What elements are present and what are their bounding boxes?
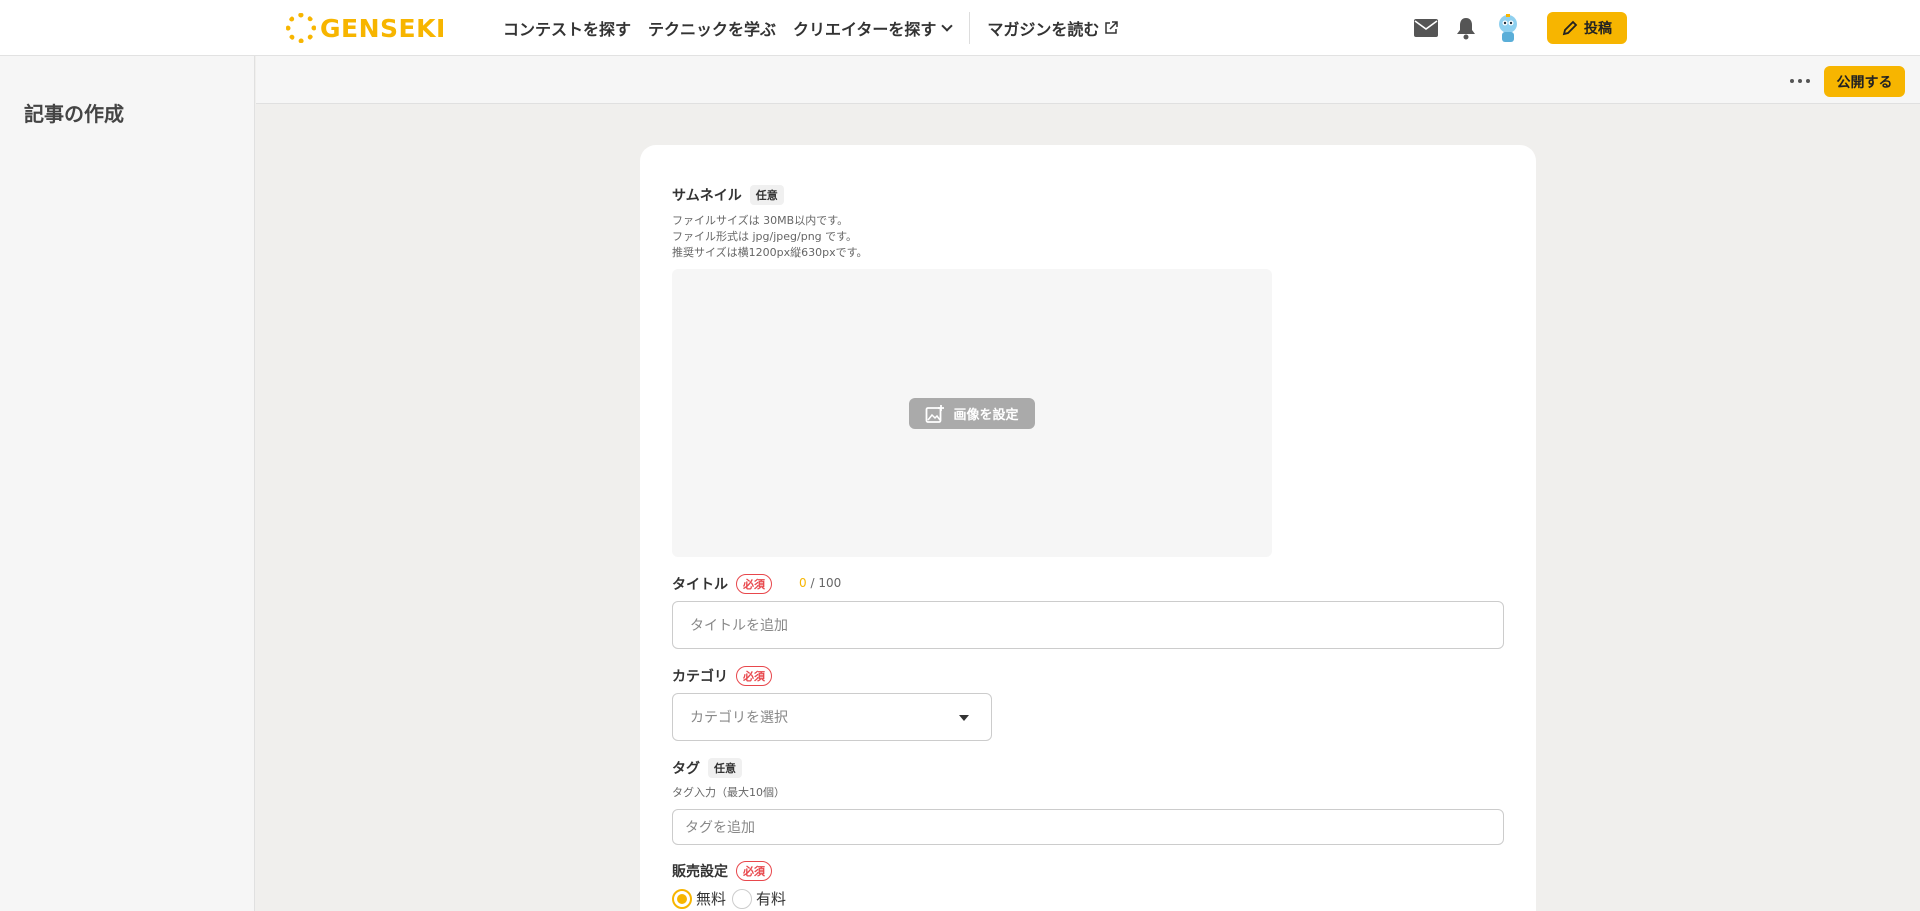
- radio-paid-label[interactable]: 有料: [756, 888, 786, 909]
- post-button[interactable]: 投稿: [1547, 12, 1627, 44]
- sales-label-text: 販売設定: [672, 864, 728, 880]
- optional-badge: 任意: [708, 758, 742, 778]
- radio-paid[interactable]: [732, 888, 753, 909]
- tags-label-text: タグ: [672, 761, 700, 777]
- radio-free[interactable]: [672, 888, 692, 909]
- nav-divider: [969, 12, 971, 44]
- title-label-text: タイトル: [672, 577, 728, 593]
- dot: [1806, 79, 1810, 83]
- add-image-icon: [926, 404, 945, 423]
- sales-label: 販売設定 必須: [672, 861, 772, 881]
- main-nav: コンテストを探す テクニックを学ぶ クリエイターを探す マガジンを読む: [503, 0, 1135, 56]
- pencil-icon: [1562, 20, 1578, 36]
- publish-button[interactable]: 公開する: [1824, 66, 1905, 97]
- tags-placeholder: タグを追加: [685, 820, 755, 836]
- external-link-icon: [1105, 21, 1119, 34]
- nav-creators[interactable]: クリエイターを探す: [793, 16, 954, 40]
- title-input[interactable]: タイトルを追加: [672, 601, 1504, 649]
- category-placeholder: カテゴリを選択: [690, 710, 788, 726]
- required-badge: 必須: [736, 666, 772, 686]
- nav-magazine-label: マガジンを読む: [987, 20, 1100, 39]
- thumbnail-label: サムネイル 任意: [672, 185, 784, 205]
- set-image-label: 画像を設定: [953, 408, 1019, 423]
- thumbnail-dropzone[interactable]: 画像を設定: [672, 269, 1272, 557]
- radio-free-label[interactable]: 無料: [696, 888, 726, 909]
- title-placeholder: タイトルを追加: [690, 618, 788, 634]
- title-label: タイトル 必須: [672, 574, 772, 594]
- dot: [1790, 79, 1794, 83]
- thumbnail-help: ファイルサイズは 30MB以内です。 ファイル形式は jpg/jpeg/png …: [672, 213, 868, 261]
- category-label-text: カテゴリ: [672, 669, 728, 685]
- nav-contests-label: コンテストを探す: [503, 20, 632, 39]
- radio-dot: [677, 893, 687, 904]
- article-form-card: サムネイル 任意 ファイルサイズは 30MB以内です。 ファイル形式は jpg/…: [640, 145, 1536, 911]
- post-button-label: 投稿: [1584, 21, 1612, 37]
- header-actions: 投稿: [1413, 0, 1627, 56]
- bell-icon[interactable]: [1453, 15, 1479, 41]
- left-panel: 記事の作成: [0, 56, 255, 911]
- tags-help: タグ入力（最大10個）: [672, 786, 785, 799]
- char-count: 0: [799, 576, 807, 590]
- nav-contests[interactable]: コンテストを探す: [503, 16, 631, 40]
- tags-label: タグ 任意: [672, 758, 742, 778]
- genseki-logo[interactable]: GENSEKI: [286, 12, 446, 44]
- nav-techniques-label: テクニックを学ぶ: [648, 20, 777, 39]
- top-header: GENSEKI コンテストを探す テクニックを学ぶ クリエイターを探す マガジン…: [0, 0, 1920, 56]
- help-line: ファイル形式は jpg/jpeg/png です。: [672, 230, 858, 243]
- help-line: ファイルサイズは 30MB以内です。: [672, 214, 849, 227]
- required-badge: 必須: [736, 861, 772, 881]
- logo-mark-icon: [286, 13, 316, 43]
- category-select[interactable]: カテゴリを選択: [672, 693, 992, 741]
- chevron-down-icon: [941, 20, 954, 32]
- caret-down-icon: [959, 715, 969, 721]
- nav-techniques[interactable]: テクニックを学ぶ: [648, 16, 776, 40]
- editor-toolbar: [256, 56, 1920, 104]
- mail-icon[interactable]: [1413, 15, 1439, 41]
- logo-text: GENSEKI: [320, 13, 446, 43]
- page-title: 記事の作成: [24, 102, 124, 126]
- nav-creators-label: クリエイターを探す: [793, 20, 937, 39]
- tags-input[interactable]: タグを追加: [672, 809, 1504, 845]
- char-max: / 100: [810, 576, 842, 590]
- help-line: 推奨サイズは横1200px縦630pxです。: [672, 246, 868, 259]
- nav-magazine[interactable]: マガジンを読む: [987, 16, 1119, 40]
- thumbnail-label-text: サムネイル: [672, 188, 742, 204]
- dot: [1798, 79, 1802, 83]
- sales-radio-group: 無料 有料: [672, 888, 792, 909]
- required-badge: 必須: [736, 574, 772, 594]
- avatar[interactable]: [1493, 13, 1523, 43]
- set-image-button[interactable]: 画像を設定: [909, 398, 1035, 429]
- title-char-counter: 0 / 100: [799, 576, 841, 590]
- optional-badge: 任意: [749, 185, 784, 205]
- more-horizontal-icon[interactable]: [1786, 70, 1814, 92]
- category-label: カテゴリ 必須: [672, 666, 772, 686]
